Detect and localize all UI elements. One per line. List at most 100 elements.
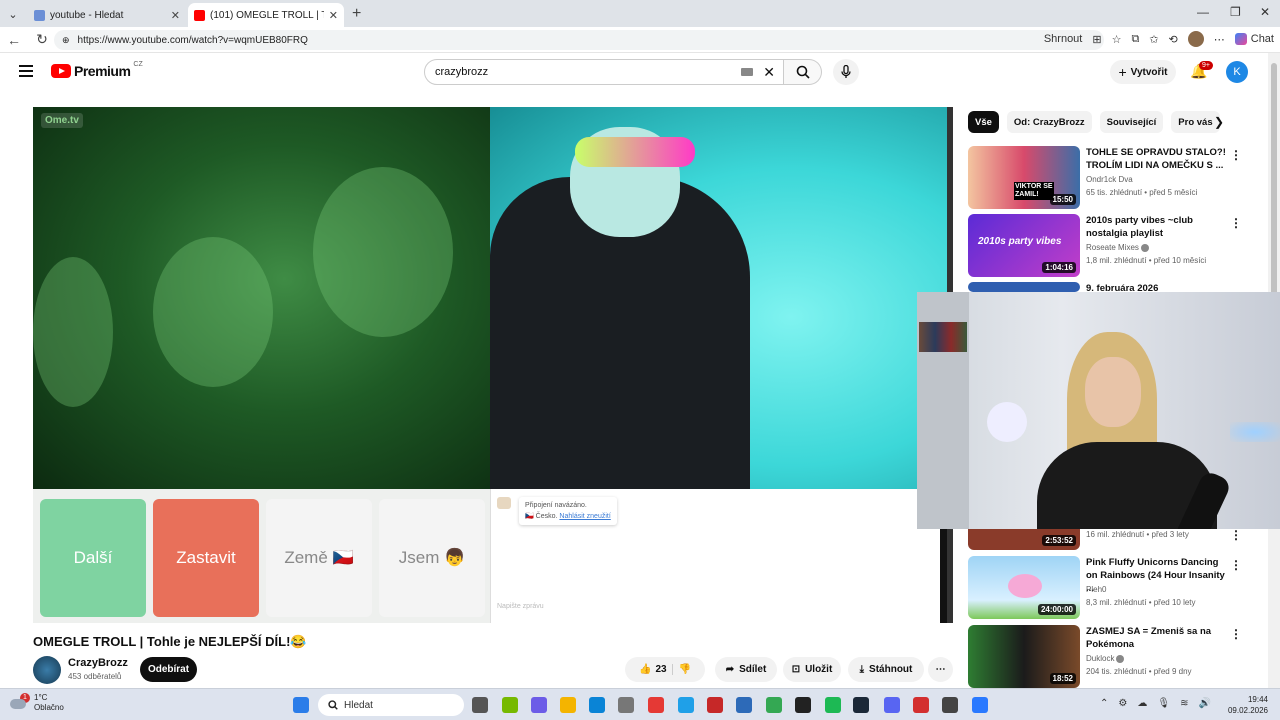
recommendation-item[interactable]: 2010s party vibes 1:04:16 2010s party vi…	[968, 214, 1248, 278]
mail-icon[interactable]	[736, 697, 752, 713]
mic-tray-icon[interactable]: 🎙	[1157, 698, 1170, 709]
extensions-icon[interactable]: ⧉	[1131, 33, 1139, 46]
new-tab-button[interactable]: +	[352, 5, 361, 23]
edge-icon[interactable]	[589, 697, 605, 713]
discord-icon[interactable]	[884, 697, 900, 713]
chrome-icon[interactable]	[766, 697, 782, 713]
video-thumbnail[interactable]	[968, 282, 1080, 292]
rec-title: Pink Fluffy Unicorns Dancing on Rainbows…	[1086, 557, 1225, 594]
more-actions-button[interactable]: ⋯	[928, 657, 953, 682]
obs-icon[interactable]	[942, 697, 958, 713]
next-button[interactable]: Další	[40, 499, 146, 617]
video-thumbnail[interactable]: 24:00:00	[968, 556, 1080, 619]
recommendation-item[interactable]: 24:00:00 Pink Fluffy Unicorns Dancing on…	[968, 556, 1248, 620]
copilot-icon[interactable]	[531, 697, 547, 713]
weather-widget[interactable]: 1°C Oblačno	[34, 693, 64, 713]
chevron-up-icon[interactable]: ⌃	[1100, 698, 1108, 709]
profile-avatar[interactable]	[1187, 31, 1204, 47]
url-bar[interactable]: ⊕ https://www.youtube.com/watch?v=wqmUEB…	[54, 30, 1104, 50]
task-view-icon[interactable]	[472, 697, 488, 713]
nvidia-icon[interactable]	[502, 697, 518, 713]
chip-all[interactable]: Vše	[968, 111, 999, 133]
more-vert-icon[interactable]: ⋮	[1230, 627, 1242, 641]
more-vert-icon[interactable]: ⋮	[1230, 148, 1242, 162]
channel-name[interactable]: CrazyBrozz	[68, 657, 128, 669]
recommendation-item[interactable]: 2:53:52 16 mil. zhlédnutí • před 3 lety …	[968, 528, 1248, 550]
video-thumbnail[interactable]: 2:53:52	[968, 528, 1080, 550]
share-button[interactable]: ➦ Sdílet	[715, 657, 777, 682]
chip-from-channel[interactable]: Od: CrazyBrozz	[1006, 111, 1092, 133]
menu-icon[interactable]	[19, 65, 33, 77]
favorites-icon[interactable]: ✩	[1149, 33, 1158, 46]
save-button[interactable]: ⊡ Uložit	[783, 657, 841, 682]
opera-gx-icon[interactable]	[913, 697, 929, 713]
dislike-button[interactable]: 👎	[671, 664, 691, 675]
spotify-icon[interactable]	[825, 697, 841, 713]
logo-text: Premium	[74, 63, 131, 79]
reload-button[interactable]: ↻	[28, 31, 56, 48]
more-icon[interactable]: ⋯	[1214, 33, 1225, 46]
youtube-logo[interactable]: Premium CZ	[51, 61, 143, 79]
windows-start-icon[interactable]	[293, 697, 309, 713]
maximize-button[interactable]: ❐	[1230, 5, 1241, 19]
steam-icon[interactable]	[853, 697, 869, 713]
scrollbar-thumb[interactable]	[1271, 63, 1277, 303]
wifi-icon[interactable]: ≋	[1180, 698, 1188, 709]
keyboard-icon[interactable]	[741, 68, 753, 76]
country-button[interactable]: Země 🇨🇿	[266, 499, 372, 617]
recommendation-item[interactable]: VIKTOR SE ZAMIL! 15:50 TOHLE SE OPRAVDU …	[968, 146, 1248, 210]
split-screen-icon[interactable]: ⊞	[1092, 33, 1101, 46]
search-button[interactable]	[784, 59, 822, 85]
cloud-tray-icon[interactable]: ☁	[1137, 698, 1147, 709]
subscribe-button[interactable]: Odebírat	[140, 657, 197, 682]
video-thumbnail[interactable]: VIKTOR SE ZAMIL! 15:50	[968, 146, 1080, 209]
recommendation-item[interactable]: 18:52 ZASMEJ SA = Zmeniš sa na Pokémona …	[968, 625, 1248, 689]
site-info-icon[interactable]: ⊕	[62, 35, 70, 46]
copilot-chat-button[interactable]: Chat	[1234, 33, 1274, 45]
video-thumbnail[interactable]: 18:52	[968, 625, 1080, 688]
taskbar-search[interactable]: Hledat	[318, 694, 464, 716]
chevron-right-icon[interactable]: ❯	[1214, 115, 1224, 129]
search-input[interactable]: crazybrozz ✕	[424, 59, 784, 85]
chatgpt-icon[interactable]	[795, 697, 811, 713]
me-button[interactable]: Jsem 👦	[379, 499, 485, 617]
history-icon[interactable]: ⟲	[1169, 33, 1178, 46]
clock[interactable]: 19:44 09.02.2026	[1228, 694, 1268, 716]
create-button[interactable]: + Vytvořit	[1110, 60, 1176, 84]
more-vert-icon[interactable]: ⋮	[1230, 528, 1242, 542]
close-icon[interactable]: ✕	[329, 9, 338, 22]
thumbs-up-icon: 👍	[638, 664, 652, 675]
clear-search-icon[interactable]: ✕	[763, 64, 775, 81]
tab-youtube-search[interactable]: youtube - Hledat ✕	[28, 3, 186, 27]
app-blue-icon[interactable]	[972, 697, 988, 713]
download-button[interactable]: ⤓ Stáhnout	[848, 657, 924, 682]
more-vert-icon[interactable]: ⋮	[1230, 216, 1242, 230]
chip-for-you[interactable]: Pro vás	[1171, 111, 1220, 133]
voice-search-button[interactable]	[833, 59, 859, 85]
store-icon[interactable]	[618, 697, 634, 713]
minimize-button[interactable]: —	[1197, 5, 1209, 19]
tray-app-icon[interactable]: ⚙	[1118, 698, 1127, 709]
close-icon[interactable]: ✕	[171, 9, 180, 22]
books	[919, 322, 967, 352]
account-avatar[interactable]: K	[1226, 61, 1248, 83]
back-button[interactable]: ←	[0, 32, 28, 48]
file-explorer-icon[interactable]	[560, 697, 576, 713]
close-window-button[interactable]: ✕	[1260, 5, 1270, 19]
verified-icon	[1116, 654, 1125, 663]
video-player[interactable]: Ome.tv Další Zastavit Země 🇨🇿 Jsem 👦 Při…	[33, 107, 953, 623]
video-thumbnail[interactable]: 2010s party vibes 1:04:16	[968, 214, 1080, 277]
chip-related[interactable]: Související	[1099, 111, 1164, 133]
tab-actions-menu[interactable]: ⌄	[0, 1, 26, 27]
python-icon[interactable]	[678, 697, 694, 713]
mcafee-icon[interactable]	[707, 697, 723, 713]
app-red-icon[interactable]	[648, 697, 664, 713]
channel-avatar[interactable]	[33, 656, 61, 684]
like-button[interactable]: 👍 23	[639, 664, 667, 675]
summarize-button[interactable]: Shrnout	[1044, 33, 1083, 45]
favorite-icon[interactable]: ☆	[1112, 33, 1122, 46]
stop-button[interactable]: Zastavit	[153, 499, 259, 617]
more-vert-icon[interactable]: ⋮	[1230, 558, 1242, 572]
volume-icon[interactable]: 🔊	[1198, 698, 1210, 709]
tab-youtube-video[interactable]: (101) OMEGLE TROLL | Tohle je NE ✕	[188, 3, 344, 27]
